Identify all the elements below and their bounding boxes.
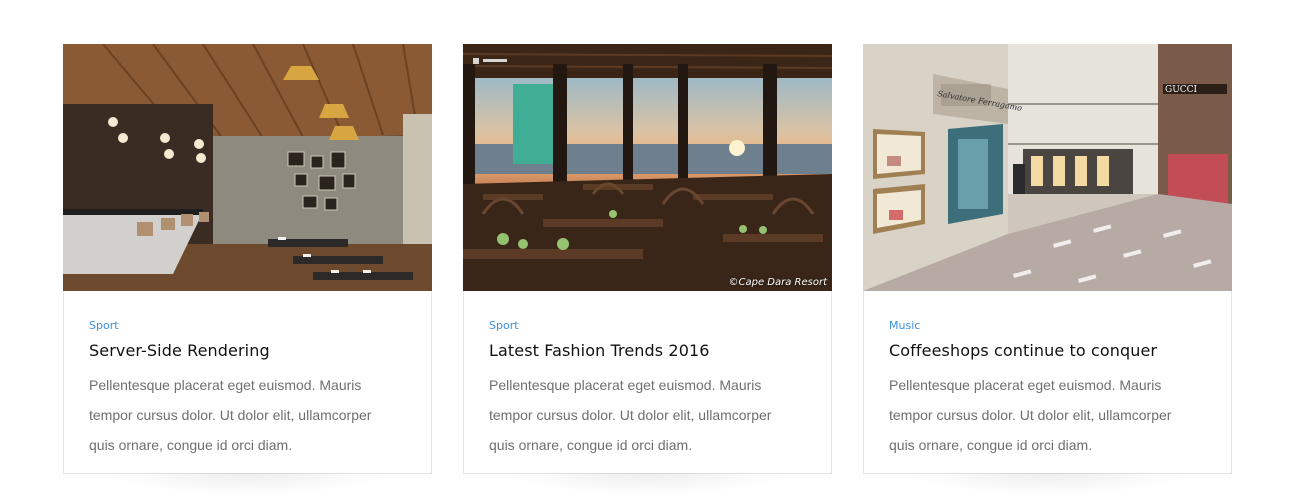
card-title[interactable]: Server-Side Rendering bbox=[89, 341, 406, 361]
restaurant-interior-image bbox=[63, 44, 432, 291]
card-title[interactable]: Latest Fashion Trends 2016 bbox=[489, 341, 806, 361]
image-watermark: ©Cape Dara Resort bbox=[728, 277, 828, 288]
card-category-link[interactable]: Sport bbox=[489, 319, 519, 333]
blog-card-3[interactable]: Salvatore Ferragamo GUCCI Music Coffeesh… bbox=[863, 44, 1232, 495]
card-image-shopping-mall[interactable]: Salvatore Ferragamo GUCCI bbox=[863, 44, 1232, 291]
card-excerpt: Pellentesque placerat eget euismod. Maur… bbox=[489, 377, 772, 453]
shopping-mall-image: Salvatore Ferragamo GUCCI bbox=[863, 44, 1232, 291]
blog-card-2[interactable]: ©Cape Dara Resort Sport Latest Fashion T… bbox=[463, 44, 832, 495]
card-title[interactable]: Coffeeshops continue to conquer bbox=[889, 341, 1206, 361]
blog-card-grid: Sport Server-Side Rendering Pellentesque… bbox=[63, 44, 1232, 495]
card-excerpt: Pellentesque placerat eget euismod. Maur… bbox=[889, 377, 1172, 453]
mall-sign-gucci: GUCCI bbox=[1165, 85, 1198, 95]
card-excerpt: Pellentesque placerat eget euismod. Maur… bbox=[89, 377, 372, 453]
card-image-sunset-restaurant[interactable] bbox=[463, 44, 832, 291]
blog-card-1[interactable]: Sport Server-Side Rendering Pellentesque… bbox=[63, 44, 432, 495]
card-category-link[interactable]: Music bbox=[889, 319, 920, 333]
sunset-restaurant-image bbox=[463, 44, 832, 291]
card-category-link[interactable]: Sport bbox=[89, 319, 119, 333]
card-image-restaurant-interior[interactable] bbox=[63, 44, 432, 291]
